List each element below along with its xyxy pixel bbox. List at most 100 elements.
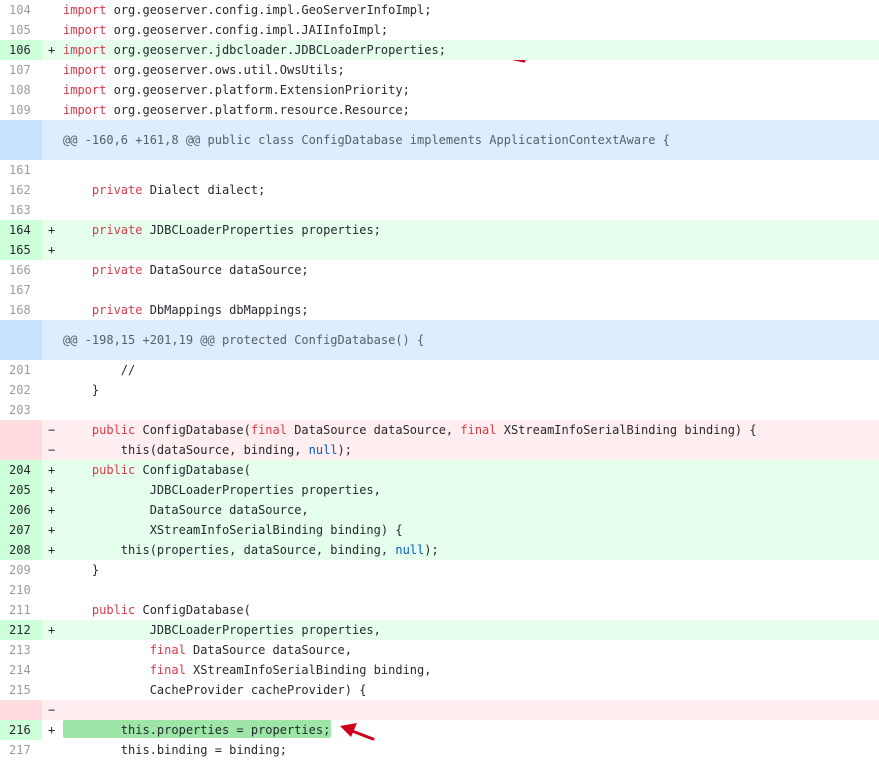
diff-line: 202 } [0,380,879,400]
code-token: this(dataSource, binding, [63,443,309,457]
diff-marker: + [48,543,56,557]
code-text: } [63,560,879,580]
code-token: org.geoserver.config.impl.GeoServerInfoI… [106,3,432,17]
diff-line: 211 public ConfigDatabase( [0,600,879,620]
line-number[interactable]: 106 [0,40,42,60]
line-number[interactable]: 164 [0,220,42,240]
code-token: XStreamInfoSerialBinding binding) { [496,423,757,437]
line-number[interactable]: 166 [0,260,42,280]
code-text: private Dialect dialect; [63,180,879,200]
diff-marker: + [48,503,56,517]
line-number[interactable]: 161 [0,160,42,180]
code-text: JDBCLoaderProperties properties, [63,620,879,640]
diff-line: 166 private DataSource dataSource; [0,260,879,280]
code-text: // [63,360,879,380]
line-number[interactable]: 109 [0,100,42,120]
line-number[interactable]: 208 [0,540,42,560]
code-token: ConfigDatabase( [135,423,251,437]
code-token: this.properties = properties; [63,723,331,737]
code-token: this(properties, dataSource, binding, [63,543,396,557]
line-number[interactable] [0,440,42,460]
line-number[interactable]: 162 [0,180,42,200]
keyword-token: private [91,223,143,237]
line-number[interactable]: 104 [0,0,42,20]
line-number[interactable]: 105 [0,20,42,40]
keyword-token: import [63,3,107,17]
code-token: // [63,363,136,377]
diff-line: 206 + DataSource dataSource, [0,500,879,520]
line-number[interactable]: 163 [0,200,42,220]
hunk-header: @@ -160,6 +161,8 @@ public class ConfigD… [0,120,879,160]
code-token: org.geoserver.jdbcloader.JDBCLoaderPrope… [106,43,446,57]
line-number[interactable]: 108 [0,80,42,100]
line-number[interactable]: 210 [0,580,42,600]
diff-line: 162 private Dialect dialect; [0,180,879,200]
code-token: org.geoserver.platform.ExtensionPriority… [106,83,410,97]
code-text: } [63,380,879,400]
code-text: XStreamInfoSerialBinding binding) { [63,520,879,540]
line-number[interactable] [0,700,42,720]
code-text: import org.geoserver.jdbcloader.JDBCLoad… [63,40,879,60]
code-token: org.geoserver.platform.resource.Resource… [106,103,410,117]
code-text: final XStreamInfoSerialBinding binding, [63,660,879,680]
diff-line: 216 + this.properties = properties; [0,720,879,740]
code-text: import org.geoserver.config.impl.JAIInfo… [63,20,879,40]
hunk-header-text: @@ -160,6 +161,8 @@ public class ConfigD… [63,120,879,160]
code-text: private DataSource dataSource; [63,260,879,280]
hunk-header-text: @@ -198,15 +201,19 @@ protected ConfigDa… [63,320,879,360]
code-text: public ConfigDatabase(final DataSource d… [63,420,879,440]
line-number[interactable]: 204 [0,460,42,480]
line-number[interactable]: 214 [0,660,42,680]
diff-marker: − [48,443,56,457]
diff-marker: − [48,423,56,437]
code-token: DataSource dataSource, [286,423,461,437]
code-text: this(properties, dataSource, binding, nu… [63,540,879,560]
code-text: this.binding = binding; [63,740,879,760]
line-number[interactable]: 168 [0,300,42,320]
diff-line: 201 // [0,360,879,380]
code-token: } [63,383,100,397]
diff-line: 104 import org.geoserver.config.impl.GeoS… [0,0,879,20]
line-number[interactable] [0,420,42,440]
code-token: org.geoserver.config.impl.JAIInfoImpl; [106,23,389,37]
line-number[interactable]: 217 [0,740,42,760]
line-number[interactable]: 107 [0,60,42,80]
diff-line: 213 final DataSource dataSource, [0,640,879,660]
code-token: org.geoserver.ows.util.OwsUtils; [106,63,345,77]
line-number[interactable]: 165 [0,240,42,260]
code-token: JDBCLoaderProperties properties; [142,223,381,237]
line-number[interactable]: 211 [0,600,42,620]
diff-line: 214 final XStreamInfoSerialBinding bindi… [0,660,879,680]
line-number[interactable]: 207 [0,520,42,540]
diff-line: 207 + XStreamInfoSerialBinding binding) { [0,520,879,540]
keyword-token: final [149,643,186,657]
code-token: DbMappings dbMappings; [142,303,309,317]
line-number[interactable]: 203 [0,400,42,420]
keyword-token: import [63,63,107,77]
line-number[interactable]: 205 [0,480,42,500]
code-token: XStreamInfoSerialBinding binding, [185,663,432,677]
line-number[interactable]: 202 [0,380,42,400]
line-number [0,120,42,160]
keyword-token: private [91,183,143,197]
diff-line: 109 import org.geoserver.platform.resourc… [0,100,879,120]
line-number[interactable]: 215 [0,680,42,700]
line-number[interactable]: 213 [0,640,42,660]
line-number[interactable]: 167 [0,280,42,300]
diff-view: 104 import org.geoserver.config.impl.GeoS… [0,0,879,760]
line-number[interactable]: 212 [0,620,42,640]
line-number[interactable]: 206 [0,500,42,520]
line-number[interactable]: 209 [0,560,42,580]
code-text: import org.geoserver.platform.ExtensionP… [63,80,879,100]
keyword-token: public [91,463,136,477]
diff-line: − public ConfigDatabase(final DataSource… [0,420,879,440]
line-number[interactable]: 201 [0,360,42,380]
keyword-token: import [63,43,107,57]
line-number[interactable]: 216 [0,720,42,740]
diff-line: 168 private DbMappings dbMappings; [0,300,879,320]
code-token: DataSource dataSource; [142,263,309,277]
